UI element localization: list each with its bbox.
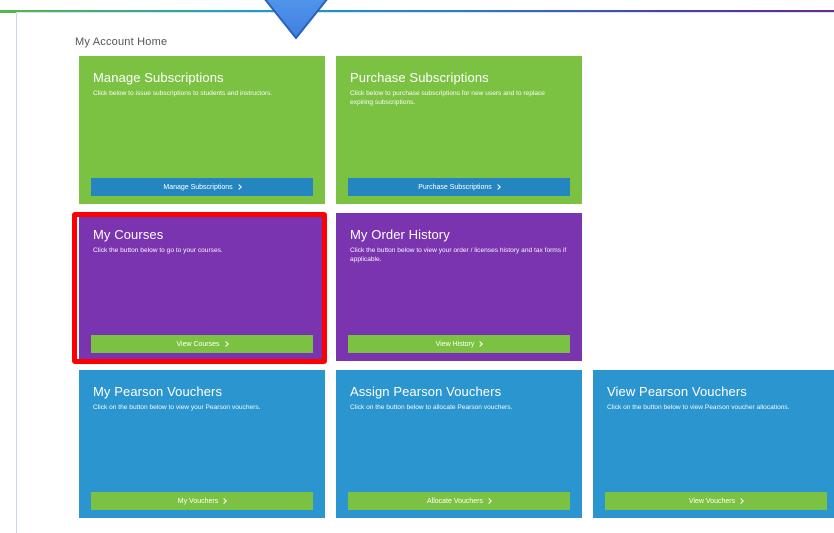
tile-my-order-history: My Order History Click the button below …: [336, 213, 582, 361]
tile-description: Click on the button below to allocate Pe…: [350, 404, 513, 411]
button-label: Manage Subscriptions: [163, 183, 233, 191]
tile-title: Purchase Subscriptions: [350, 70, 489, 85]
tile-title: Manage Subscriptions: [93, 70, 224, 85]
button-label: View Vouchers: [688, 497, 736, 505]
button-label: My Vouchers: [177, 497, 219, 505]
tile-title: My Order History: [350, 227, 450, 242]
allocate-vouchers-button[interactable]: Allocate Vouchers: [348, 492, 570, 510]
chevron-right-icon: [494, 184, 501, 190]
page-title: My Account Home: [75, 36, 168, 48]
view-history-button[interactable]: View History: [348, 335, 570, 353]
tile-description: Click below to purchase subscriptions fo…: [350, 90, 545, 106]
button-label: View Courses: [176, 340, 220, 348]
tile-assign-pearson-vouchers: Assign Pearson Vouchers Click on the but…: [336, 370, 582, 518]
purchase-subscriptions-button[interactable]: Purchase Subscriptions: [348, 178, 570, 196]
tile-view-pearson-vouchers: View Pearson Vouchers Click on the butto…: [593, 370, 834, 518]
tile-purchase-subscriptions: Purchase Subscriptions Click below to pu…: [336, 56, 582, 204]
tile-description: Click the button below to go to your cou…: [93, 247, 223, 254]
my-vouchers-button[interactable]: My Vouchers: [91, 492, 313, 510]
tile-description: Click on the button below to view Pearso…: [607, 404, 790, 411]
tile-my-courses: My Courses Click the button below to go …: [79, 213, 325, 361]
tile-description: Click on the button below to view your P…: [93, 404, 261, 411]
tile-title: View Pearson Vouchers: [607, 384, 747, 399]
tile-description: Click the button below to view your orde…: [350, 247, 567, 263]
chevron-right-icon: [477, 341, 484, 347]
chevron-right-icon: [738, 498, 744, 504]
tile-description: Click below to issue subscriptions to st…: [93, 90, 273, 97]
chevron-right-icon: [486, 498, 492, 504]
button-label: Allocate Vouchers: [426, 497, 484, 505]
button-label: View History: [435, 340, 475, 348]
tile-manage-subscriptions: Manage Subscriptions Click below to issu…: [79, 56, 325, 204]
chevron-right-icon: [221, 498, 228, 504]
tile-title: My Courses: [93, 227, 164, 242]
tile-title: My Pearson Vouchers: [93, 384, 223, 399]
view-courses-button[interactable]: View Courses: [91, 335, 313, 353]
tile-my-pearson-vouchers: My Pearson Vouchers Click on the button …: [79, 370, 325, 518]
button-label: Purchase Subscriptions: [418, 183, 492, 191]
tile-title: Assign Pearson Vouchers: [350, 384, 502, 399]
view-vouchers-button[interactable]: View Vouchers: [605, 492, 827, 510]
chevron-right-icon: [222, 341, 229, 347]
manage-subscriptions-button[interactable]: Manage Subscriptions: [91, 178, 313, 196]
chevron-right-icon: [235, 184, 242, 190]
